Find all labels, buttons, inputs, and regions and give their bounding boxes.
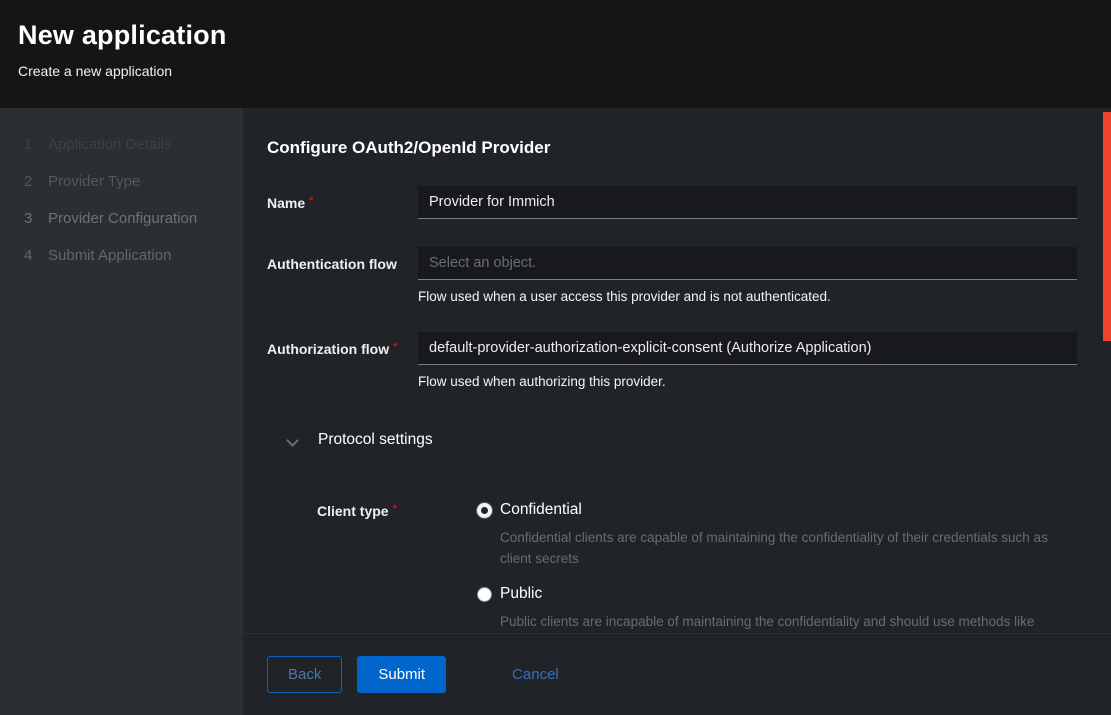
wizard-content: Configure OAuth2/OpenId Provider Name* A… [243, 108, 1111, 633]
cancel-link[interactable]: Cancel [512, 666, 559, 683]
step-label: Submit Application [48, 247, 171, 264]
wizard-header: New application Create a new application [0, 0, 1111, 108]
chevron-down-icon [287, 435, 298, 446]
name-input[interactable] [418, 186, 1077, 219]
content-heading: Configure OAuth2/OpenId Provider [267, 138, 1077, 158]
wizard-step-provider-configuration[interactable]: 3 Provider Configuration [0, 200, 243, 237]
authentication-flow-label: Authentication flow [267, 247, 418, 272]
wizard-body: 1 Application Details 2 Provider Type 3 … [0, 108, 1111, 715]
authorization-flow-help: Flow used when authorizing this provider… [418, 374, 1077, 389]
authorization-flow-label: Authorization flow* [267, 332, 418, 357]
required-marker: * [393, 341, 397, 353]
page-title: New application [18, 20, 1093, 51]
client-type-label: Client type* [317, 501, 477, 519]
radio-confidential-icon[interactable] [477, 503, 492, 518]
radio-option-confidential[interactable]: Confidential [477, 501, 1077, 519]
form-row-authentication-flow: Authentication flow Flow used when a use… [267, 247, 1077, 304]
protocol-settings-label: Protocol settings [318, 431, 433, 449]
step-number: 4 [24, 247, 36, 264]
authentication-flow-input[interactable] [418, 247, 1077, 280]
step-label: Provider Type [48, 173, 140, 190]
step-label: Provider Configuration [48, 210, 197, 227]
step-number: 3 [24, 210, 36, 227]
step-number: 1 [24, 136, 36, 153]
form-row-name: Name* [267, 186, 1077, 219]
wizard-step-application-details[interactable]: 1 Application Details [0, 126, 243, 163]
page-subtitle: Create a new application [18, 63, 1093, 79]
protocol-settings-toggle[interactable]: Protocol settings [287, 431, 433, 449]
authentication-flow-help: Flow used when a user access this provid… [418, 289, 1077, 304]
radio-option-public[interactable]: Public [477, 585, 1077, 603]
scrollbar-track[interactable] [1103, 108, 1111, 715]
wizard-nav: 1 Application Details 2 Provider Type 3 … [0, 108, 243, 715]
required-marker: * [393, 503, 397, 515]
wizard-main: Configure OAuth2/OpenId Provider Name* A… [243, 108, 1111, 715]
radio-confidential-help: Confidential clients are capable of main… [477, 527, 1077, 569]
step-label: Application Details [48, 136, 171, 153]
wizard-footer: Back Submit Cancel [243, 633, 1111, 715]
radio-public-help: Public clients are incapable of maintain… [477, 611, 1077, 633]
submit-button[interactable]: Submit [357, 656, 446, 693]
scrollbar-thumb[interactable] [1103, 112, 1111, 341]
name-label: Name* [267, 186, 418, 211]
radio-public-icon[interactable] [477, 587, 492, 602]
back-button[interactable]: Back [267, 656, 342, 693]
authorization-flow-input[interactable] [418, 332, 1077, 365]
form-row-client-type: Client type* Confidential Confidential c… [317, 501, 1077, 633]
wizard-step-submit-application[interactable]: 4 Submit Application [0, 237, 243, 274]
radio-confidential-label: Confidential [500, 501, 582, 519]
wizard-step-provider-type[interactable]: 2 Provider Type [0, 163, 243, 200]
form-row-authorization-flow: Authorization flow* Flow used when autho… [267, 332, 1077, 389]
radio-public-label: Public [500, 585, 542, 603]
required-marker: * [309, 195, 313, 207]
step-number: 2 [24, 173, 36, 190]
